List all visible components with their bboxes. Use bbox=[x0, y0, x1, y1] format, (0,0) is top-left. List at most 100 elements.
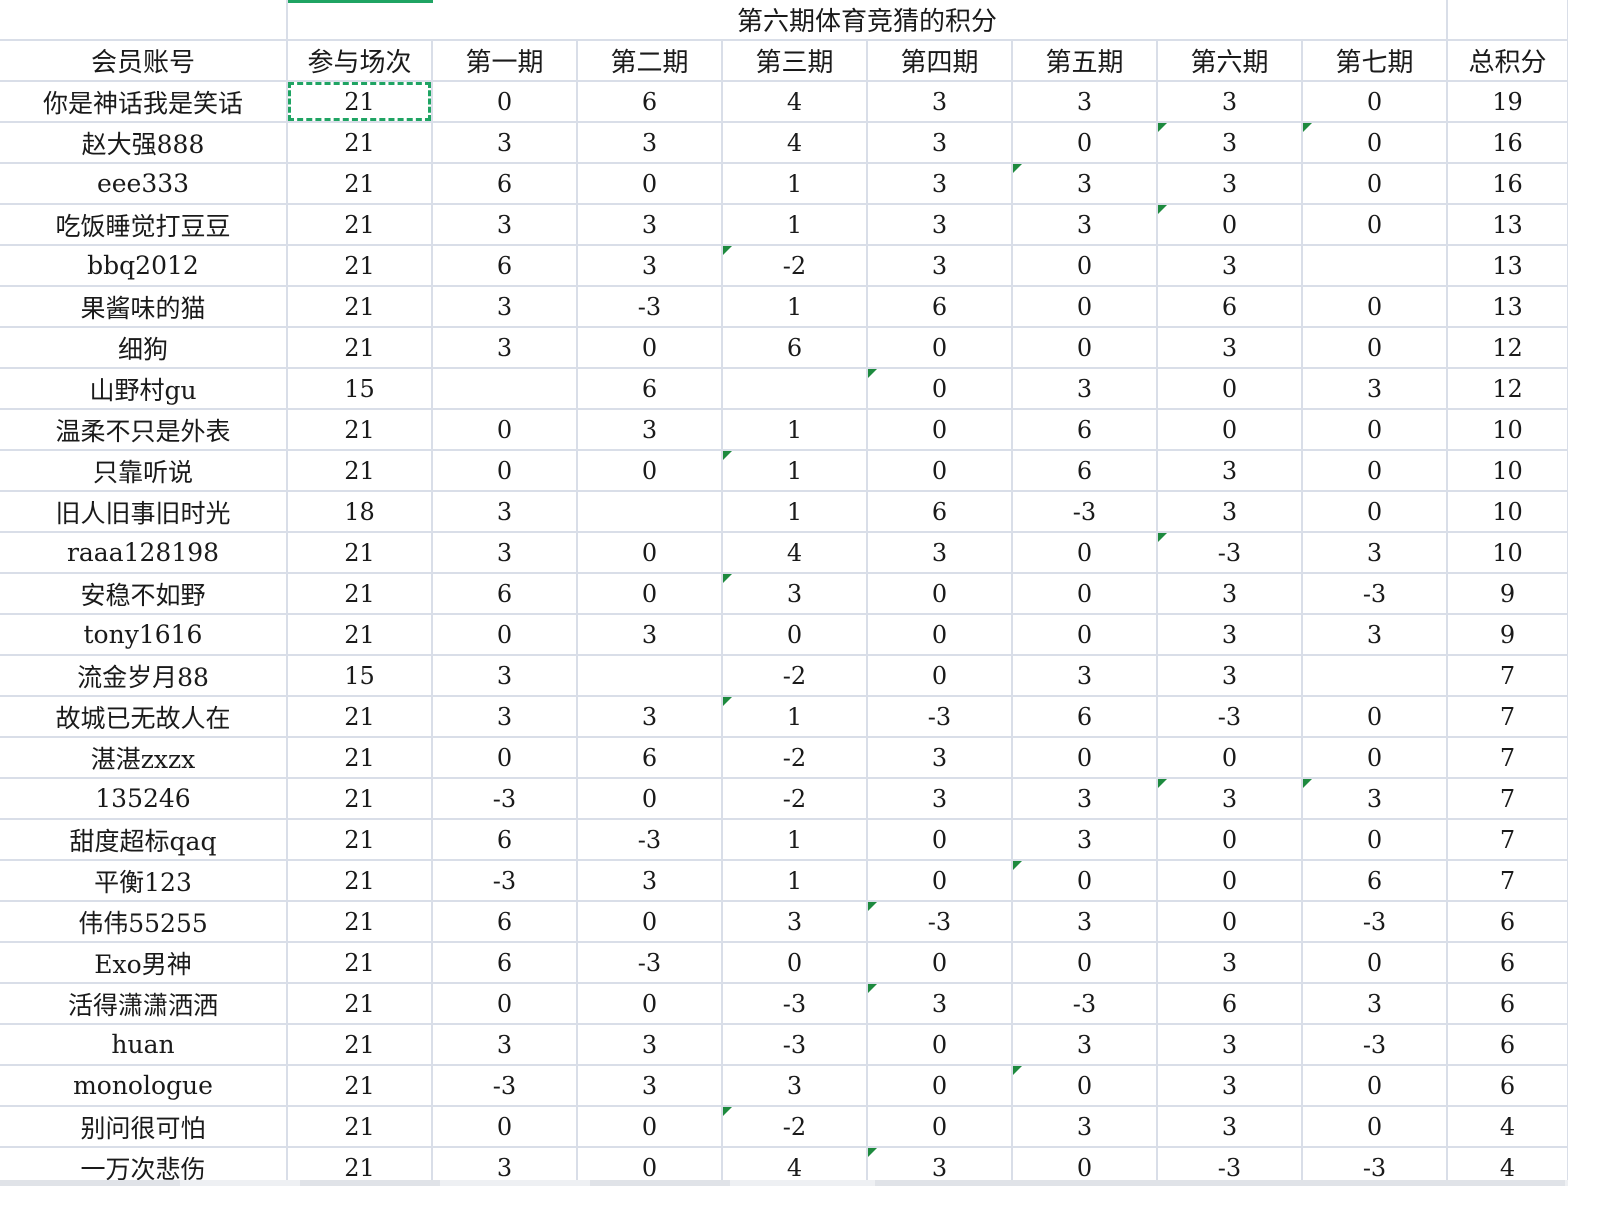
score-cell[interactable]: 0 bbox=[1012, 286, 1158, 328]
score-cell[interactable]: 1 bbox=[722, 819, 868, 861]
score-cell[interactable]: 0 bbox=[577, 163, 723, 205]
score-cell[interactable]: 3 bbox=[1302, 983, 1449, 1025]
score-cell[interactable]: 3 bbox=[577, 122, 723, 164]
score-cell[interactable]: -2 bbox=[722, 737, 868, 779]
spreadsheet-grid[interactable]: 第六期体育竞猜的积分 会员账号 参与场次 第一期 第二期 第三期 第四期 第五期 第六期 第七期… bbox=[0, 0, 1570, 1189]
score-cell[interactable]: 6 bbox=[1447, 942, 1570, 984]
score-cell[interactable]: 0 bbox=[432, 614, 578, 656]
score-cell[interactable]: 0 bbox=[1012, 614, 1158, 656]
score-cell[interactable]: -3 bbox=[722, 1024, 868, 1066]
score-cell[interactable]: 1 bbox=[722, 286, 868, 328]
score-cell[interactable]: 7 bbox=[1447, 696, 1570, 738]
score-cell[interactable] bbox=[432, 368, 578, 410]
score-cell[interactable]: 0 bbox=[1302, 942, 1449, 984]
score-cell[interactable]: 13 bbox=[1447, 286, 1570, 328]
score-cell[interactable]: 6 bbox=[1012, 450, 1158, 492]
score-cell[interactable]: 6 bbox=[1012, 696, 1158, 738]
score-cell[interactable]: 0 bbox=[577, 983, 723, 1025]
score-cell[interactable]: 21 bbox=[287, 778, 433, 820]
score-cell[interactable]: 3 bbox=[1157, 327, 1303, 369]
score-cell[interactable]: 0 bbox=[577, 901, 723, 943]
score-cell[interactable]: 13 bbox=[1447, 204, 1570, 246]
member-name-cell[interactable]: 山野村gu bbox=[0, 368, 288, 410]
score-cell[interactable]: 1 bbox=[722, 409, 868, 451]
score-cell[interactable]: 0 bbox=[432, 450, 578, 492]
score-cell[interactable]: 1 bbox=[722, 491, 868, 533]
column-header[interactable]: 第六期 bbox=[1157, 40, 1303, 82]
score-cell[interactable]: 3 bbox=[1012, 901, 1158, 943]
score-cell[interactable]: 0 bbox=[867, 327, 1013, 369]
score-cell[interactable]: 0 bbox=[1012, 573, 1158, 615]
score-cell[interactable]: 3 bbox=[1157, 778, 1303, 820]
score-cell[interactable]: 0 bbox=[1157, 901, 1303, 943]
score-cell[interactable] bbox=[1302, 655, 1449, 697]
score-cell[interactable]: 21 bbox=[287, 245, 433, 287]
score-cell[interactable]: 0 bbox=[1012, 122, 1158, 164]
score-cell[interactable]: 9 bbox=[1447, 573, 1570, 615]
score-cell[interactable]: 0 bbox=[1012, 737, 1158, 779]
score-cell[interactable]: 6 bbox=[432, 901, 578, 943]
score-cell[interactable]: 3 bbox=[1157, 573, 1303, 615]
score-cell[interactable] bbox=[577, 491, 723, 533]
member-name-cell[interactable]: 伟伟55255 bbox=[0, 901, 288, 943]
score-cell[interactable]: 0 bbox=[1157, 204, 1303, 246]
score-cell[interactable]: 7 bbox=[1447, 860, 1570, 902]
score-cell[interactable]: -2 bbox=[722, 1106, 868, 1148]
score-cell[interactable]: 3 bbox=[1012, 368, 1158, 410]
score-cell[interactable]: 6 bbox=[432, 573, 578, 615]
score-cell[interactable]: 3 bbox=[1157, 1106, 1303, 1148]
score-cell[interactable]: 3 bbox=[1012, 1024, 1158, 1066]
member-name-cell[interactable]: 别问很可怕 bbox=[0, 1106, 288, 1148]
score-cell[interactable]: 0 bbox=[1012, 860, 1158, 902]
score-cell[interactable]: 10 bbox=[1447, 532, 1570, 574]
score-cell[interactable]: 7 bbox=[1447, 778, 1570, 820]
score-cell[interactable]: 3 bbox=[577, 614, 723, 656]
score-cell[interactable]: -3 bbox=[432, 860, 578, 902]
score-cell[interactable]: -3 bbox=[577, 819, 723, 861]
score-cell[interactable]: 0 bbox=[867, 573, 1013, 615]
score-cell[interactable]: 3 bbox=[867, 245, 1013, 287]
member-name-cell[interactable]: bbq2012 bbox=[0, 245, 288, 287]
score-cell[interactable]: 6 bbox=[577, 81, 723, 123]
score-cell[interactable]: 21 bbox=[287, 1106, 433, 1148]
score-cell[interactable]: 15 bbox=[287, 655, 433, 697]
score-cell[interactable]: 0 bbox=[1302, 204, 1449, 246]
score-cell[interactable]: 3 bbox=[722, 901, 868, 943]
member-name-cell[interactable]: 故城已无故人在 bbox=[0, 696, 288, 738]
member-name-cell[interactable]: 只靠听说 bbox=[0, 450, 288, 492]
score-cell[interactable]: -3 bbox=[722, 983, 868, 1025]
score-cell[interactable]: 0 bbox=[1302, 327, 1449, 369]
score-cell[interactable]: 1 bbox=[722, 204, 868, 246]
score-cell[interactable]: 0 bbox=[1302, 491, 1449, 533]
column-header[interactable]: 会员账号 bbox=[0, 40, 288, 82]
score-cell[interactable]: 3 bbox=[432, 491, 578, 533]
score-cell[interactable]: 0 bbox=[1012, 245, 1158, 287]
score-cell[interactable]: 21 bbox=[287, 819, 433, 861]
score-cell[interactable]: 12 bbox=[1447, 327, 1570, 369]
column-header[interactable]: 第七期 bbox=[1302, 40, 1449, 82]
score-cell[interactable]: 9 bbox=[1447, 614, 1570, 656]
score-cell[interactable]: 3 bbox=[1157, 122, 1303, 164]
score-cell[interactable]: 3 bbox=[1012, 204, 1158, 246]
score-cell[interactable]: 0 bbox=[1302, 81, 1449, 123]
score-cell[interactable]: -3 bbox=[432, 1065, 578, 1107]
score-cell[interactable]: 3 bbox=[1012, 163, 1158, 205]
score-cell[interactable]: -3 bbox=[867, 696, 1013, 738]
score-cell[interactable]: 3 bbox=[577, 696, 723, 738]
score-cell[interactable]: 0 bbox=[1157, 819, 1303, 861]
column-header[interactable]: 总积分 bbox=[1447, 40, 1570, 82]
score-cell[interactable]: 1 bbox=[722, 860, 868, 902]
member-name-cell[interactable]: 安稳不如野 bbox=[0, 573, 288, 615]
column-header[interactable]: 第三期 bbox=[722, 40, 868, 82]
column-header[interactable]: 参与场次 bbox=[287, 40, 433, 82]
score-cell[interactable]: 4 bbox=[722, 81, 868, 123]
score-cell[interactable]: -2 bbox=[722, 778, 868, 820]
score-cell[interactable]: 3 bbox=[432, 327, 578, 369]
score-cell[interactable]: 0 bbox=[1302, 696, 1449, 738]
score-cell[interactable]: 3 bbox=[867, 983, 1013, 1025]
score-cell[interactable]: 0 bbox=[577, 778, 723, 820]
score-cell[interactable]: 0 bbox=[722, 942, 868, 984]
score-cell[interactable]: 3 bbox=[867, 737, 1013, 779]
score-cell[interactable]: 21 bbox=[287, 942, 433, 984]
score-cell[interactable]: -3 bbox=[1012, 491, 1158, 533]
